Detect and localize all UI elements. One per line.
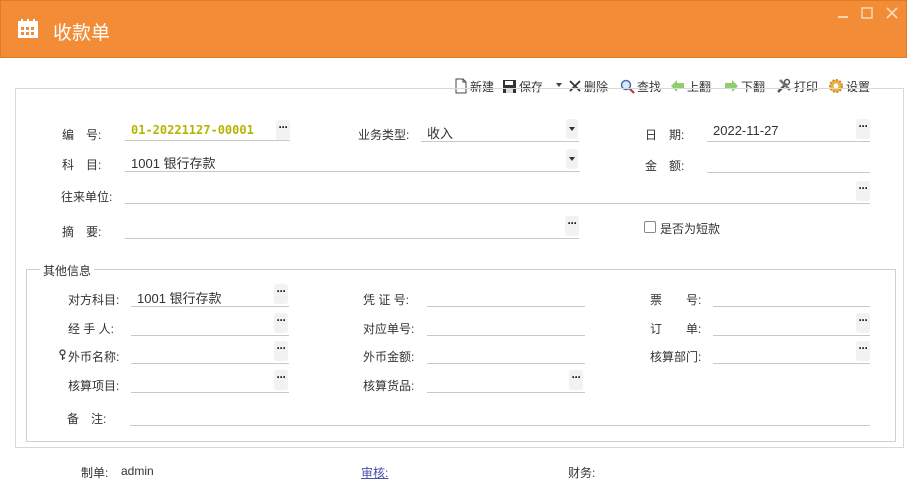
goods-label: 核算货品:	[363, 379, 415, 393]
currency-field[interactable]	[131, 342, 289, 364]
project-more-icon[interactable]: ···	[274, 370, 288, 390]
project-field[interactable]	[131, 371, 289, 393]
partner-more-icon[interactable]: ···	[856, 181, 870, 201]
goods-field[interactable]	[427, 371, 585, 393]
minimize-icon[interactable]	[836, 7, 850, 19]
date-label: 日 期:	[645, 128, 685, 142]
handler-label: 经 手 人:	[68, 322, 115, 336]
dept-more-icon[interactable]: ···	[856, 341, 870, 361]
ticket-label: 票 号:	[650, 293, 702, 307]
date-picker-icon[interactable]: ···	[856, 119, 870, 139]
close-icon[interactable]	[885, 7, 899, 19]
subject-label: 科 目:	[62, 158, 102, 172]
summary-more-icon[interactable]: ···	[565, 216, 579, 236]
voucher-label: 凭 证 号:	[363, 293, 410, 307]
currency-label: 外币名称:	[68, 350, 120, 364]
ticket-field[interactable]	[713, 285, 870, 307]
title-bar: 收款单	[0, 0, 907, 58]
remark-label: 备 注:	[67, 412, 107, 426]
currency-more-icon[interactable]: ···	[274, 341, 288, 361]
finance-label: 财务:	[568, 466, 596, 480]
amount-label: 金 额:	[645, 159, 685, 173]
dept-label: 核算部门:	[650, 350, 702, 364]
date-value: 2022-11-27	[713, 123, 779, 138]
receipt-window: 收款单 新建 保存 删除 查找 上翻 下翻 打印 设置 编 号: 01-2022…	[0, 0, 907, 493]
counter-subject-label: 对方科目:	[68, 293, 120, 307]
project-label: 核算项目:	[68, 379, 120, 393]
subject-value: 1001 银行存款	[131, 156, 216, 171]
biz-type-select[interactable]: 收入	[421, 120, 579, 142]
goods-more-icon[interactable]: ···	[569, 370, 583, 390]
maker-value: admin	[121, 464, 154, 478]
related-label: 对应单号:	[363, 322, 415, 336]
key-icon	[59, 349, 66, 360]
partner-label: 往来单位:	[61, 190, 113, 204]
short-label: 是否为短款	[660, 222, 721, 236]
date-field[interactable]: 2022-11-27	[707, 120, 870, 142]
summary-field[interactable]	[125, 217, 579, 239]
counter-subject-more-icon[interactable]: ···	[274, 284, 288, 304]
number-label: 编 号:	[62, 128, 102, 142]
subject-select[interactable]: 1001 银行存款	[125, 150, 580, 172]
number-field[interactable]: 01-20221127-00001	[125, 119, 290, 141]
subject-dropdown-icon[interactable]	[566, 149, 578, 169]
calendar-icon	[18, 19, 38, 38]
handler-more-icon[interactable]: ···	[274, 313, 288, 333]
currency-amount-label: 外币金额:	[363, 350, 415, 364]
order-more-icon[interactable]: ···	[856, 313, 870, 333]
counter-subject-field[interactable]: 1001 银行存款	[131, 285, 289, 307]
window-title: 收款单	[53, 23, 111, 44]
maker-label: 制单:	[81, 466, 109, 480]
summary-label: 摘 要:	[62, 225, 102, 239]
remark-field[interactable]	[130, 404, 870, 426]
related-field[interactable]	[427, 314, 585, 336]
counter-subject-value: 1001 银行存款	[137, 291, 222, 306]
amount-field[interactable]	[707, 151, 870, 173]
audit-link[interactable]: 审核:	[361, 464, 388, 481]
dept-field[interactable]	[713, 342, 870, 364]
voucher-field[interactable]	[427, 285, 585, 307]
short-checkbox[interactable]	[644, 221, 656, 233]
maximize-icon[interactable]	[860, 7, 874, 19]
biz-type-label: 业务类型:	[358, 128, 410, 142]
number-more-icon[interactable]: ···	[276, 120, 290, 140]
footer-bar: 制单: admin 审核: 财务:	[0, 449, 907, 493]
currency-amount-field[interactable]	[427, 342, 585, 364]
order-label: 订 单:	[650, 322, 702, 336]
partner-field[interactable]	[125, 182, 870, 204]
biz-type-dropdown-icon[interactable]	[566, 119, 578, 139]
biz-type-value: 收入	[427, 126, 454, 141]
other-info-title: 其他信息	[40, 262, 95, 279]
order-field[interactable]	[713, 314, 870, 336]
number-value: 01-20221127-00001	[131, 123, 254, 137]
handler-field[interactable]	[131, 314, 289, 336]
